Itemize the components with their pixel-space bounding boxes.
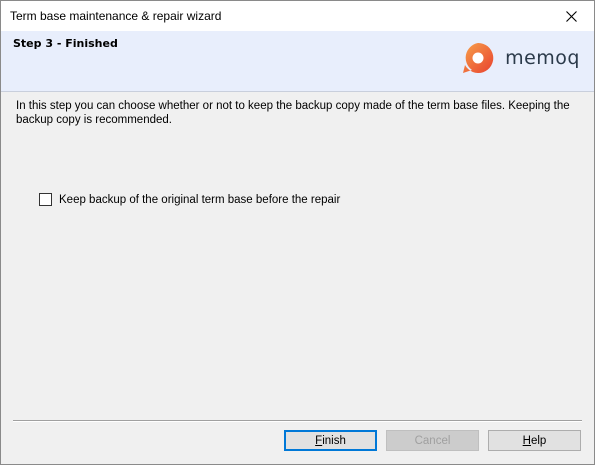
keep-backup-option[interactable]: Keep backup of the original term base be…	[39, 193, 340, 206]
finish-button[interactable]: Finish	[284, 430, 377, 451]
logo-wordmark: memoq	[505, 47, 580, 69]
step-description: In this step you can choose whether or n…	[16, 100, 570, 126]
wizard-window: Term base maintenance & repair wizard St…	[0, 0, 595, 465]
memoq-logo-icon	[463, 42, 494, 73]
finish-label-rest: inish	[322, 434, 346, 447]
help-button[interactable]: Help	[488, 430, 581, 451]
step-title: Step 3 - Finished	[13, 37, 118, 50]
close-button[interactable]	[548, 1, 594, 31]
cancel-button[interactable]: Cancel	[386, 430, 479, 451]
window-title: Term base maintenance & repair wizard	[10, 9, 222, 23]
title-bar[interactable]: Term base maintenance & repair wizard	[1, 1, 594, 31]
help-mnemonic: H	[522, 434, 531, 447]
finish-mnemonic: F	[315, 434, 323, 447]
close-icon	[565, 10, 577, 22]
keep-backup-label[interactable]: Keep backup of the original term base be…	[59, 194, 340, 206]
footer-separator	[13, 420, 582, 422]
memoq-logo: memoq	[461, 41, 580, 75]
help-label-rest: elp	[530, 434, 547, 447]
keep-backup-checkbox[interactable]	[39, 193, 52, 206]
cancel-label: Cancel	[414, 434, 451, 447]
wizard-header: Step 3 - Finished memoq	[1, 31, 594, 92]
